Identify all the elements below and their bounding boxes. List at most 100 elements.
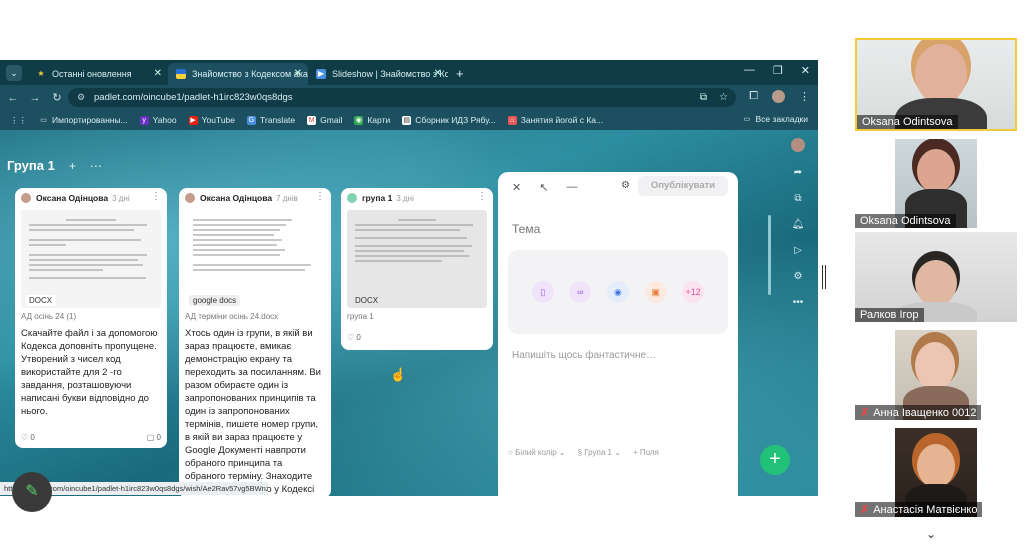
bookmark-idz[interactable]: ▤ Сборник ИДЗ Рябу... xyxy=(402,115,496,125)
minimize-icon[interactable]: — xyxy=(744,64,755,77)
post-card[interactable]: Оксана Одінцова 3 дні ⋮ DOCX АД осінь 24… xyxy=(15,188,167,448)
annotate-pen-icon[interactable]: ✎ xyxy=(12,472,52,512)
notifications-icon[interactable]: 🔔︎ xyxy=(792,219,805,230)
add-post-button[interactable]: + xyxy=(760,445,790,475)
participant-tile[interactable]: Ралков Ігор xyxy=(855,232,1017,322)
all-bookmarks[interactable]: ▭ Все закладки xyxy=(742,114,808,124)
doc-line xyxy=(193,249,285,251)
bookmark-gmail[interactable]: M Gmail xyxy=(307,115,342,125)
reload-icon[interactable]: ↻ xyxy=(46,91,68,104)
forward-icon[interactable]: → xyxy=(24,92,46,104)
like-button[interactable]: ♡ 0 xyxy=(347,333,361,342)
post-footer: ♡ 0 ▢ 0 xyxy=(15,429,167,448)
apps-grid-icon[interactable]: ⋮⋮ xyxy=(10,115,27,126)
close-icon[interactable]: ✕ xyxy=(434,63,442,85)
fields-button[interactable]: + Поля xyxy=(633,448,659,457)
new-tab-button[interactable]: + xyxy=(456,66,464,81)
person-figure xyxy=(915,44,967,104)
like-button[interactable]: ♡ 0 xyxy=(21,433,35,442)
site-info-icon[interactable]: ⚙ xyxy=(77,88,85,107)
body-input[interactable]: Напишіть щось фантастичне… xyxy=(512,350,722,361)
settings-icon[interactable]: ⚙ xyxy=(794,271,803,282)
close-window-icon[interactable]: ✕ xyxy=(801,64,810,77)
post-menu-icon[interactable]: ⋮ xyxy=(315,191,325,202)
restore-icon[interactable]: ❐ xyxy=(773,64,783,77)
doc-line xyxy=(29,224,147,226)
post-card[interactable]: група 1 3 дні ⋮ DOCX група 1 ♡ 0 xyxy=(341,188,493,350)
camera-icon[interactable]: ◉ xyxy=(606,281,629,303)
document-preview[interactable]: google docs xyxy=(185,210,325,308)
tab-slideshow[interactable]: ▶ Slideshow | Знайомство з Коде ✕ xyxy=(308,63,448,85)
bookmarks-bar: ⋮⋮ ▭ Импортированны... y Yahoo ▶ YouTube GT… xyxy=(0,110,818,130)
bookmark-yahoo[interactable]: y Yahoo xyxy=(139,115,177,125)
close-icon[interactable]: ✕ xyxy=(294,63,302,85)
participant-tile[interactable]: ✗ Анна Іващенко 0012 xyxy=(855,330,1017,420)
image-search-icon[interactable]: ▣ xyxy=(644,281,667,303)
bookmark-maps[interactable]: ◉ Карти xyxy=(354,115,390,125)
menu-kebab-icon[interactable]: ⋮ xyxy=(799,90,810,103)
document-preview[interactable]: DOCX xyxy=(347,210,487,308)
comment-button[interactable]: ▢ 0 xyxy=(147,433,161,442)
address-actions: ⧉ ☆ xyxy=(700,88,728,107)
post-body: Хтось один із групи, в якій ви зараз пра… xyxy=(185,328,321,495)
attachment-name: АД терміни осінь 24.docx xyxy=(185,312,279,321)
bookmark-yoga[interactable]: ⌂ Занятия йогой с Ка... xyxy=(507,115,603,125)
post-menu-icon[interactable]: ⋮ xyxy=(477,191,487,202)
tab-search-icon[interactable]: ⌄ xyxy=(6,65,22,81)
close-icon[interactable]: ✕ xyxy=(512,181,521,194)
close-icon[interactable]: ✕ xyxy=(154,63,162,85)
post-body: Скачайте файл і за допомогою Кодекса доп… xyxy=(21,328,158,417)
scrollbar[interactable] xyxy=(768,215,771,295)
document-preview[interactable]: DOCX xyxy=(21,210,161,308)
person-figure xyxy=(915,260,957,306)
post-header: Оксана Одінцова 7 днів ⋮ xyxy=(179,188,331,208)
profile-avatar[interactable] xyxy=(772,90,785,103)
more-attachments-button[interactable]: +12 xyxy=(682,281,705,303)
post-header: Оксана Одінцова 3 дні ⋮ xyxy=(15,188,167,208)
minimize-icon[interactable]: — xyxy=(566,181,577,193)
color-option[interactable]: ○ Білий колір ⌄ xyxy=(508,448,566,457)
remake-icon[interactable]: ⧉ xyxy=(794,193,801,204)
participant-name: ✗ Анастасія Матвієнко xyxy=(855,502,983,517)
tab-recent-updates[interactable]: ★ Останні оновлення ✕ xyxy=(28,63,168,85)
slideshow-icon[interactable]: ▷ xyxy=(794,245,802,256)
link-icon[interactable]: ∞ xyxy=(569,281,592,303)
post-editor: ✕ ↖ — ⚙ Опублікувати ▯ ∞ ◉ ▣ +12 Напишіт… xyxy=(498,172,738,496)
translate-icon: G xyxy=(247,115,257,125)
install-app-icon[interactable]: ⧉ xyxy=(700,88,707,107)
bookmark-star-icon[interactable]: ☆ xyxy=(719,88,728,107)
avatar[interactable] xyxy=(791,138,805,152)
chevron-down-icon[interactable]: ⌄ xyxy=(926,527,936,541)
attachment-name: група 1 xyxy=(347,312,374,321)
ukraine-flag-icon xyxy=(176,69,186,79)
participant-tile-speaker[interactable]: Oksana Odintsova xyxy=(855,38,1017,131)
address-bar[interactable]: ⚙ padlet.com/oincube1/padlet-h1irc823w0q… xyxy=(68,88,736,107)
upload-file-icon[interactable]: ▯ xyxy=(531,281,554,303)
yoga-icon: ⌂ xyxy=(507,115,517,125)
participant-tile[interactable]: ✗ Анастасія Матвієнко xyxy=(855,428,1017,517)
bookmark-label: Карти xyxy=(367,115,391,125)
tab-label: Slideshow | Знайомство з Коде xyxy=(332,69,448,79)
more-icon[interactable]: ••• xyxy=(793,297,804,308)
doc-line xyxy=(355,250,465,252)
add-post-icon[interactable]: + xyxy=(69,159,76,173)
participant-tile[interactable]: Oksana Odintsova xyxy=(855,139,1017,228)
expand-icon[interactable]: ↖ xyxy=(539,181,548,194)
section-more-icon[interactable]: ⋯ xyxy=(90,159,102,173)
bookmark-imported[interactable]: ▭ Импортированны... xyxy=(39,115,127,125)
back-icon[interactable]: ← xyxy=(2,92,24,104)
section-option[interactable]: § Група 1 ⌄ xyxy=(578,448,621,457)
bookmark-youtube[interactable]: ▶ YouTube xyxy=(188,115,235,125)
tab-padlet-codex[interactable]: Знайомство з Кодексом акад ✕ xyxy=(168,63,308,85)
extensions-icon[interactable]: ⧠ xyxy=(749,90,758,103)
doc-line xyxy=(355,245,472,247)
post-menu-icon[interactable]: ⋮ xyxy=(151,191,161,202)
participant-name: Oksana Odintsova xyxy=(857,115,958,129)
settings-icon[interactable]: ⚙ xyxy=(621,180,630,191)
panel-resize-handle[interactable] xyxy=(822,265,826,289)
publish-button[interactable]: Опублікувати xyxy=(638,176,728,196)
title-input[interactable] xyxy=(512,222,712,236)
post-card[interactable]: Оксана Одінцова 7 днів ⋮ google docs АД … xyxy=(179,188,331,496)
share-icon[interactable]: ➦ xyxy=(794,167,802,178)
bookmark-translate[interactable]: G Translate xyxy=(247,115,295,125)
